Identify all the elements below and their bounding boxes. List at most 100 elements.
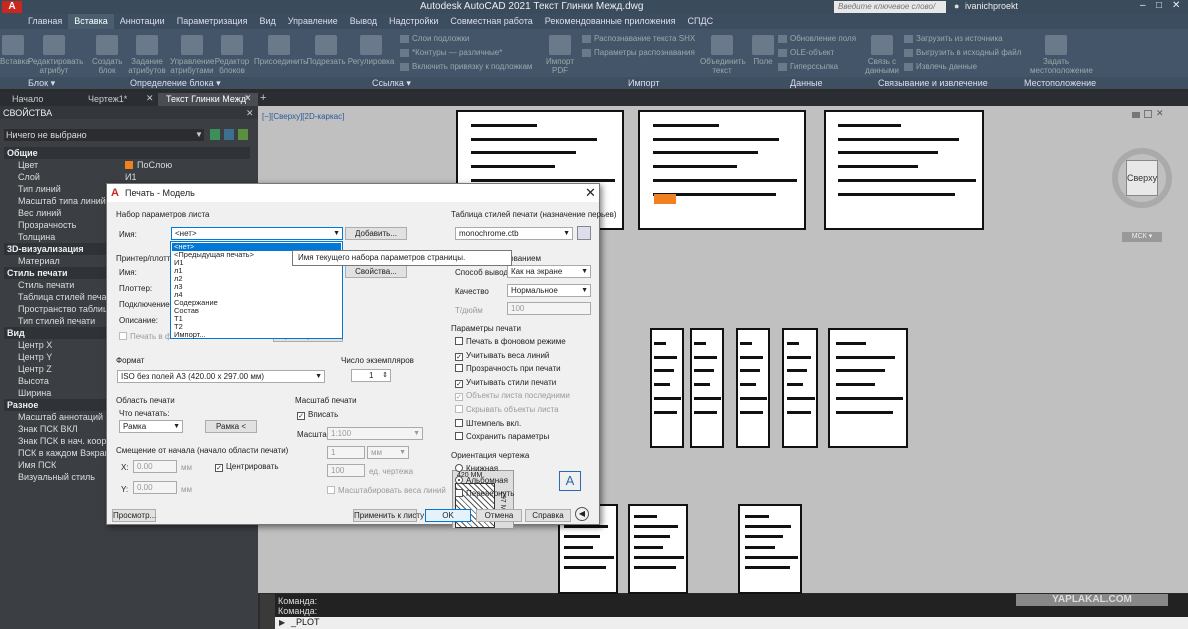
ole-object-button[interactable]: OLE-объект: [778, 48, 834, 57]
plot-option-checkbox[interactable]: ✓ Учитывать веса линий: [455, 351, 549, 361]
dpi-input[interactable]: 100: [507, 302, 591, 315]
printer-properties-button[interactable]: Свойства...: [345, 265, 407, 278]
drawing-sheet[interactable]: [638, 110, 806, 230]
tab-spds[interactable]: СПДС: [682, 14, 720, 29]
command-prompt-icon[interactable]: ▶: [279, 618, 285, 627]
tab-parametric[interactable]: Параметризация: [171, 14, 254, 29]
scale-dropdown[interactable]: 1:100 ▼: [327, 427, 423, 440]
drawing-sheet[interactable]: [628, 504, 688, 594]
command-line-handle[interactable]: [260, 594, 275, 629]
select-objects-icon[interactable]: [224, 129, 234, 140]
new-tab-icon[interactable]: +: [260, 92, 266, 104]
manage-attributes-button[interactable]: Управление атрибутами: [170, 35, 214, 75]
dropdown-option[interactable]: л2: [172, 275, 341, 283]
maximize-icon[interactable]: □: [1156, 0, 1162, 11]
autocad-logo-icon[interactable]: A: [2, 1, 22, 13]
data-link-button[interactable]: Связь с данными: [864, 35, 900, 75]
frames-dropdown[interactable]: *Контуры — различные*: [400, 48, 502, 57]
plot-style-dropdown[interactable]: monochrome.ctb ▼: [455, 227, 573, 240]
tab-output[interactable]: Вывод: [344, 14, 383, 29]
close-icon[interactable]: ✕: [1172, 0, 1180, 11]
ok-button[interactable]: OK: [425, 509, 471, 522]
paper-size-dropdown[interactable]: ISO без полей A3 (420.00 x 297.00 мм) ▼: [117, 370, 325, 383]
viewcube[interactable]: Сверху МСК ▾: [1108, 136, 1178, 242]
plot-option-checkbox[interactable]: Прозрачность при печати: [455, 364, 561, 373]
drawing-sheet[interactable]: [650, 328, 684, 448]
define-attributes-button[interactable]: Задание атрибутов: [126, 35, 168, 75]
tab-drawing1[interactable]: Чертеж1*: [80, 93, 135, 106]
user-name[interactable]: ivanichproekt: [965, 1, 1018, 11]
attach-button[interactable]: Присоединить: [254, 35, 307, 66]
panel-label-block-definition[interactable]: Определение блока ▾: [130, 78, 221, 89]
underlay-layers-button[interactable]: Слои подложки: [400, 34, 469, 43]
selection-dropdown[interactable]: Ничего не выбрано: [4, 129, 204, 141]
tab-annotate[interactable]: Аннотации: [114, 14, 171, 29]
ucs-menu[interactable]: МСК ▾: [1122, 232, 1162, 242]
block-editor-button[interactable]: Редактор блоков: [214, 35, 250, 75]
plot-option-checkbox[interactable]: ✓ Учитывать стили печати: [455, 378, 556, 388]
property-value[interactable]: И1: [125, 171, 136, 183]
update-fields-button[interactable]: Обновление поля: [778, 34, 856, 43]
panel-label-reference[interactable]: Ссылка ▾: [372, 78, 411, 89]
tab-collaborate[interactable]: Совместная работа: [444, 14, 538, 29]
tab-home[interactable]: Главная: [22, 14, 68, 29]
extract-data-button[interactable]: Извлечь данные: [904, 62, 977, 71]
quick-select-icon[interactable]: [238, 129, 248, 140]
dropdown-option[interactable]: Т1: [172, 315, 341, 323]
tab-start[interactable]: Начало: [4, 93, 51, 106]
property-row[interactable]: Слой И1: [4, 171, 250, 183]
plot-option-checkbox[interactable]: ✓ Объекты листа последними: [455, 391, 570, 402]
viewport-maximize-icon[interactable]: [1144, 110, 1152, 118]
drawing-sheet[interactable]: [738, 504, 802, 594]
scale-drawing-units-input[interactable]: 100: [327, 464, 365, 477]
drawing-sheet[interactable]: [736, 328, 770, 448]
pageset-name-dropdown[interactable]: <нет> ▼: [171, 227, 343, 240]
hyperlink-button[interactable]: Гиперссылка: [778, 62, 838, 71]
minimize-icon[interactable]: –: [1140, 0, 1146, 11]
fit-to-paper-checkbox[interactable]: ✓ Вписать: [297, 410, 338, 420]
upload-source-button[interactable]: Выгрузить в исходный файл: [904, 48, 1021, 57]
property-value[interactable]: ПоСлою: [137, 159, 172, 171]
shx-recognition-button[interactable]: Распознавание текста SHX: [582, 34, 695, 43]
preview-button[interactable]: Просмотр...: [112, 509, 156, 522]
window-select-button[interactable]: Рамка <: [205, 420, 257, 433]
dropdown-option[interactable]: л1: [172, 267, 341, 275]
what-to-plot-dropdown[interactable]: Рамка ▼: [119, 420, 183, 433]
edit-plot-style-icon[interactable]: [577, 226, 591, 240]
collapse-arrow-icon[interactable]: ◀: [575, 507, 589, 521]
set-location-button[interactable]: Задать местоположение: [1030, 35, 1093, 75]
plot-option-checkbox[interactable]: Штемпель вкл.: [455, 418, 521, 428]
insert-block-button[interactable]: Вставка: [0, 35, 30, 66]
y-offset-input[interactable]: 0.00: [133, 481, 177, 494]
viewport-minimize-icon[interactable]: [1132, 112, 1140, 118]
drawing-sheet[interactable]: [690, 328, 724, 448]
scale-units-dropdown[interactable]: мм ▼: [367, 446, 409, 459]
underlay-snap-toggle[interactable]: Включить привязку к подложкам: [400, 62, 532, 71]
portrait-radio[interactable]: Книжная: [455, 464, 498, 473]
tab-view[interactable]: Вид: [253, 14, 281, 29]
dropdown-option[interactable]: Импорт...: [172, 331, 341, 339]
x-offset-input[interactable]: 0.00: [133, 460, 177, 473]
drawing-sheet[interactable]: [828, 328, 908, 448]
tab-manage[interactable]: Управление: [282, 14, 344, 29]
drawing-sheet[interactable]: [824, 110, 984, 230]
plot-option-checkbox[interactable]: Скрывать объекты листа: [455, 405, 559, 414]
clip-button[interactable]: Подрезать: [306, 35, 346, 66]
help-button[interactable]: Справка: [525, 509, 571, 522]
shade-plot-dropdown[interactable]: Как на экране ▼: [507, 265, 591, 278]
chevron-down-icon[interactable]: ▼: [195, 130, 203, 139]
upside-down-checkbox[interactable]: Перевернуть: [455, 489, 514, 498]
property-row[interactable]: Цвет ПоСлою: [4, 159, 250, 171]
recognition-settings-button[interactable]: Параметры распознавания: [582, 48, 695, 57]
command-input[interactable]: _PLOT: [291, 617, 320, 627]
dropdown-option[interactable]: Состав: [172, 307, 341, 315]
tab-addins[interactable]: Надстройки: [383, 14, 444, 29]
tab-close-icon[interactable]: ✕: [146, 93, 154, 104]
property-section-header[interactable]: Общие: [4, 147, 250, 159]
adjust-button[interactable]: Регулировка: [346, 35, 396, 66]
apply-to-layout-button[interactable]: Применить к листу: [353, 509, 424, 522]
quality-dropdown[interactable]: Нормальное ▼: [507, 284, 591, 297]
scale-lineweights-checkbox[interactable]: Масштабировать веса линий: [327, 486, 446, 495]
viewport-label[interactable]: [−][Сверху][2D-каркас]: [262, 112, 344, 121]
field-button[interactable]: Поле: [752, 35, 774, 66]
